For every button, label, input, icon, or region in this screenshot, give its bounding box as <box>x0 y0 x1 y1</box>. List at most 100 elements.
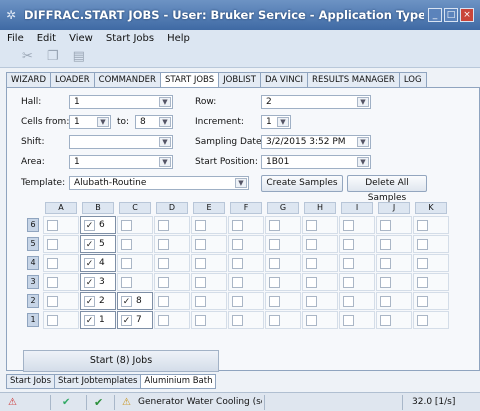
sample-checkbox[interactable] <box>417 258 428 269</box>
grid-cell-d6[interactable] <box>154 216 190 234</box>
sample-checkbox[interactable] <box>195 239 206 250</box>
tab-log[interactable]: LOG <box>398 72 427 88</box>
grid-cell-c5[interactable] <box>117 235 153 253</box>
sample-checkbox[interactable] <box>47 239 58 250</box>
grid-cell-a3[interactable] <box>43 273 79 291</box>
grid-cell-i5[interactable] <box>339 235 375 253</box>
sample-checkbox[interactable] <box>47 258 58 269</box>
grid-cell-c6[interactable] <box>117 216 153 234</box>
sample-checkbox[interactable] <box>232 296 243 307</box>
sample-checkbox[interactable] <box>380 277 391 288</box>
sample-checkbox[interactable] <box>158 296 169 307</box>
tab-da-vinci[interactable]: DA VINCI <box>260 72 308 88</box>
grid-cell-i6[interactable] <box>339 216 375 234</box>
grid-cell-k5[interactable] <box>413 235 449 253</box>
row-header-1[interactable]: 1 <box>27 313 39 327</box>
grid-cell-e5[interactable] <box>191 235 227 253</box>
row-header-6[interactable]: 6 <box>27 218 39 232</box>
sample-checkbox[interactable] <box>158 277 169 288</box>
grid-cell-c1[interactable]: 7 ✓ <box>117 311 153 329</box>
sample-checkbox[interactable] <box>380 239 391 250</box>
sample-checkbox[interactable]: ✓ <box>121 296 132 307</box>
sample-checkbox[interactable] <box>47 296 58 307</box>
grid-cell-j4[interactable] <box>376 254 412 272</box>
tab-results-manager[interactable]: RESULTS MANAGER <box>307 72 399 88</box>
sample-checkbox[interactable] <box>232 220 243 231</box>
grid-cell-i2[interactable] <box>339 292 375 310</box>
sample-checkbox[interactable] <box>195 258 206 269</box>
sample-checkbox[interactable]: ✓ <box>121 315 132 326</box>
sample-checkbox[interactable] <box>121 220 132 231</box>
grid-cell-c3[interactable] <box>117 273 153 291</box>
shift-select[interactable]: ▼ <box>69 135 173 149</box>
grid-cell-b2[interactable]: 2 ✓ <box>80 292 116 310</box>
sample-checkbox[interactable] <box>380 258 391 269</box>
sample-checkbox[interactable] <box>306 296 317 307</box>
sample-checkbox[interactable] <box>306 277 317 288</box>
sample-checkbox[interactable] <box>47 220 58 231</box>
grid-cell-c4[interactable] <box>117 254 153 272</box>
grid-cell-k6[interactable] <box>413 216 449 234</box>
grid-cell-g4[interactable] <box>265 254 301 272</box>
sample-checkbox[interactable] <box>380 296 391 307</box>
sample-checkbox[interactable] <box>195 277 206 288</box>
create-samples-button[interactable]: Create Samples <box>261 175 343 192</box>
sample-checkbox[interactable] <box>158 315 169 326</box>
sample-checkbox[interactable] <box>306 258 317 269</box>
grid-cell-f1[interactable] <box>228 311 264 329</box>
area-select[interactable]: 1 ▼ <box>69 155 173 169</box>
sample-checkbox[interactable] <box>343 258 354 269</box>
grid-cell-k2[interactable] <box>413 292 449 310</box>
grid-cell-a1[interactable] <box>43 311 79 329</box>
cells-to-select[interactable]: 8 ▼ <box>135 115 173 129</box>
grid-cell-f4[interactable] <box>228 254 264 272</box>
sample-checkbox[interactable] <box>269 220 280 231</box>
grid-cell-f6[interactable] <box>228 216 264 234</box>
cells-from-select[interactable]: 1 ▼ <box>69 115 111 129</box>
grid-cell-d4[interactable] <box>154 254 190 272</box>
sample-checkbox[interactable] <box>343 277 354 288</box>
sample-checkbox[interactable] <box>269 239 280 250</box>
close-button[interactable]: × <box>460 8 474 22</box>
sample-checkbox[interactable] <box>417 239 428 250</box>
grid-cell-j5[interactable] <box>376 235 412 253</box>
sample-checkbox[interactable]: ✓ <box>84 220 95 231</box>
grid-cell-i1[interactable] <box>339 311 375 329</box>
sample-checkbox[interactable] <box>417 315 428 326</box>
copy-icon[interactable]: ❐ <box>47 49 59 64</box>
sample-checkbox[interactable] <box>158 239 169 250</box>
sample-checkbox[interactable] <box>417 277 428 288</box>
sample-checkbox[interactable] <box>306 239 317 250</box>
menu-view[interactable]: View <box>62 33 99 44</box>
row-header-3[interactable]: 3 <box>27 275 39 289</box>
sample-checkbox[interactable] <box>232 277 243 288</box>
grid-cell-j3[interactable] <box>376 273 412 291</box>
grid-cell-b6[interactable]: 6 ✓ <box>80 216 116 234</box>
sample-checkbox[interactable] <box>121 277 132 288</box>
grid-cell-g1[interactable] <box>265 311 301 329</box>
tab-wizard[interactable]: WIZARD <box>6 72 51 88</box>
sample-checkbox[interactable] <box>306 220 317 231</box>
sample-checkbox[interactable]: ✓ <box>84 258 95 269</box>
grid-cell-i3[interactable] <box>339 273 375 291</box>
row-select[interactable]: 2 ▼ <box>261 95 371 109</box>
sample-checkbox[interactable] <box>158 220 169 231</box>
row-header-2[interactable]: 2 <box>27 294 39 308</box>
sample-checkbox[interactable] <box>47 315 58 326</box>
paste-icon[interactable]: ▤ <box>73 49 85 64</box>
sample-checkbox[interactable] <box>232 239 243 250</box>
grid-cell-f3[interactable] <box>228 273 264 291</box>
grid-cell-h4[interactable] <box>302 254 338 272</box>
sample-checkbox[interactable] <box>47 277 58 288</box>
sample-checkbox[interactable] <box>232 258 243 269</box>
grid-cell-a5[interactable] <box>43 235 79 253</box>
minimize-button[interactable]: _ <box>428 8 442 22</box>
sample-checkbox[interactable] <box>343 239 354 250</box>
sample-checkbox[interactable]: ✓ <box>84 239 95 250</box>
sample-checkbox[interactable] <box>121 258 132 269</box>
grid-cell-j1[interactable] <box>376 311 412 329</box>
tab-start-jobs[interactable]: START JOBS <box>159 72 219 88</box>
sample-checkbox[interactable] <box>343 296 354 307</box>
sample-checkbox[interactable] <box>269 277 280 288</box>
maximize-button[interactable]: □ <box>444 8 458 22</box>
